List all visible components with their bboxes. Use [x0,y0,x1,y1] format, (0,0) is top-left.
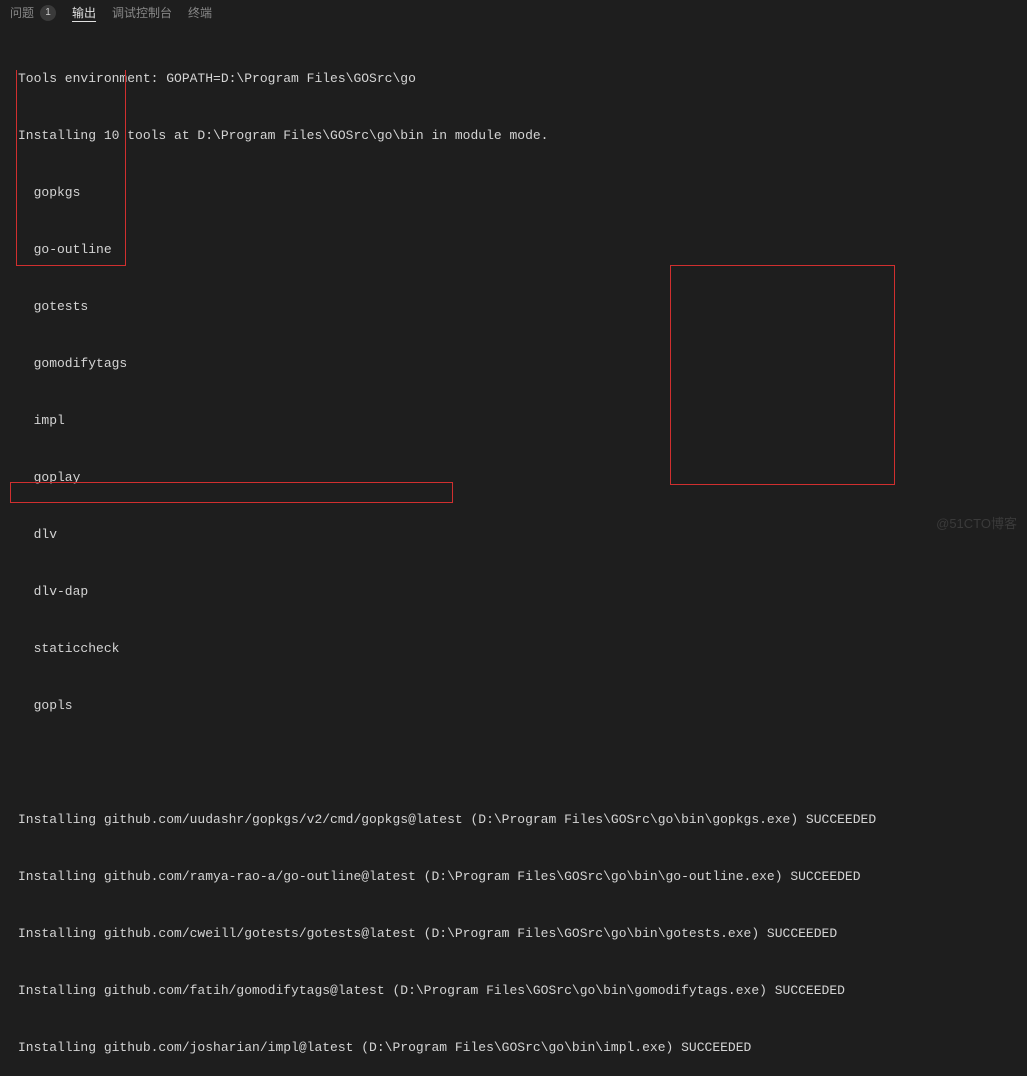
output-line: dlv [18,525,1009,544]
output-line: Installing github.com/uudashr/gopkgs/v2/… [18,810,1009,829]
output-line: gopls [18,696,1009,715]
output-line: Installing github.com/cweill/gotests/got… [18,924,1009,943]
panel-tabs: 问题 1 输出 调试控制台 终端 [0,0,1027,27]
output-line: go-outline [18,240,1009,259]
output-line [18,753,1009,772]
problems-badge: 1 [40,5,56,21]
output-line: goplay [18,468,1009,487]
output-line: gomodifytags [18,354,1009,373]
output-line: Installing github.com/fatih/gomodifytags… [18,981,1009,1000]
output-panel[interactable]: Tools environment: GOPATH=D:\Program Fil… [0,27,1027,1076]
tab-debug-label: 调试控制台 [112,4,172,21]
tab-problems-label: 问题 [10,4,34,21]
tab-problems[interactable]: 问题 1 [10,4,56,21]
output-line: dlv-dap [18,582,1009,601]
tab-output-label: 输出 [72,4,96,21]
output-line: impl [18,411,1009,430]
output-line: Installing github.com/ramya-rao-a/go-out… [18,867,1009,886]
tab-output[interactable]: 输出 [72,4,96,21]
output-line: gopkgs [18,183,1009,202]
tab-terminal[interactable]: 终端 [188,4,212,21]
tab-terminal-label: 终端 [188,4,212,21]
output-line: gotests [18,297,1009,316]
watermark: @51CTO博客 [936,513,1017,532]
output-line: Installing github.com/josharian/impl@lat… [18,1038,1009,1057]
output-line: Tools environment: GOPATH=D:\Program Fil… [18,69,1009,88]
output-line: staticcheck [18,639,1009,658]
output-line: Installing 10 tools at D:\Program Files\… [18,126,1009,145]
tab-debug-console[interactable]: 调试控制台 [112,4,172,21]
